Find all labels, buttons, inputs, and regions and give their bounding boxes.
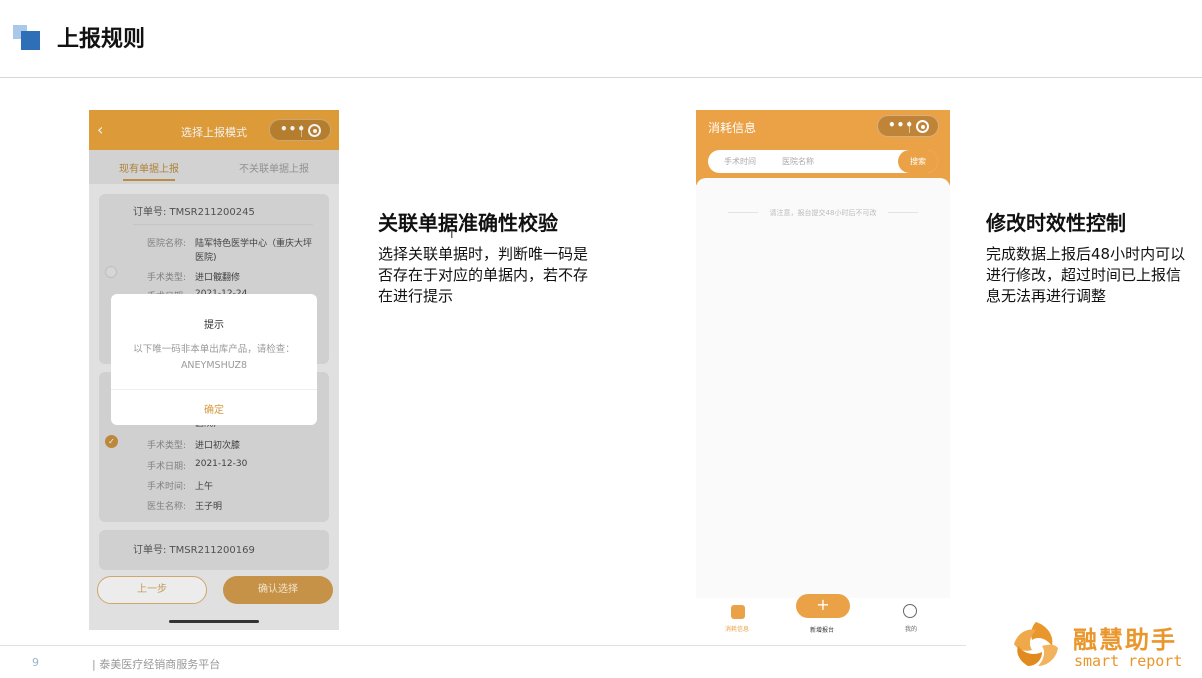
brand-name-en: smart report [1074, 652, 1183, 670]
tab-add-report[interactable]: 新增报台 [810, 625, 834, 634]
header-divider [0, 77, 1202, 78]
previous-step-button[interactable]: 上一步 [97, 576, 207, 604]
footer-platform-name: | 泰美医疗经销商服务平台 [92, 658, 221, 671]
page-title: 消耗信息 [708, 121, 757, 135]
title-square-icon [21, 31, 40, 50]
content-area [696, 178, 950, 598]
confirm-selection-button[interactable]: 确认选择 [223, 576, 333, 604]
section-heading-timeliness: 修改时效性控制 [986, 211, 1126, 235]
close-circle-icon[interactable] [916, 120, 929, 133]
page-number: 9 [32, 656, 39, 669]
section-heading-validation: 关联单据准确性校验 [378, 211, 558, 235]
profile-icon[interactable] [903, 604, 917, 618]
tab-mine[interactable]: 我的 [905, 624, 917, 633]
alert-dialog: 提示 以下唯一码非本单出库产品，请检查：ANEYMSHUZ8 确定 [111, 294, 317, 425]
consumption-info-icon[interactable] [731, 605, 745, 619]
phone-screenshot-report-mode: ‹ 选择上报模式 ••• 现有单据上报 不关联单据上报 订单号: TMSR211… [89, 110, 339, 630]
dialog-divider [111, 389, 317, 390]
brand-logo-icon [1014, 622, 1058, 666]
section-description-timeliness: 完成数据上报后48小时内可以进行修改，超过时间已上报信息无法再进行调整 [986, 245, 1186, 305]
header-bar: 消耗信息 ••• [696, 110, 950, 185]
section-description-validation: 选择关联单据时，判断唯一码是否存在于对应的单据内，若不存在进行提示 [378, 245, 589, 305]
capsule-separator [909, 121, 910, 133]
miniprogram-capsule[interactable]: ••• [877, 115, 939, 137]
search-bar[interactable]: 手术时间 医院名称 搜索 [708, 150, 938, 173]
footer-divider [0, 645, 966, 646]
slide: 上报规则 ‹ 选择上报模式 ••• 现有单据上报 不关联单据上报 订单号: TM… [0, 0, 1202, 678]
brand-name-cn: 融慧助手 [1073, 626, 1177, 654]
edit-deadline-notice: 请注意，报台提交48小时后不可改 [769, 209, 877, 217]
phone-screenshot-consumption: 消耗信息 ••• 手术时间 医院名称 搜索 请注意，报台提交48小时后不可改 消… [696, 110, 950, 635]
hospital-name-filter[interactable]: 医院名称 [782, 156, 814, 167]
dialog-ok-button[interactable]: 确定 [111, 401, 317, 416]
notice-line-right [888, 212, 918, 213]
search-button[interactable]: 搜索 [898, 150, 938, 173]
slide-title: 上报规则 [57, 27, 146, 52]
add-report-button[interactable]: + [796, 594, 850, 618]
surgery-time-filter[interactable]: 手术时间 [724, 156, 756, 167]
tab-consumption-info[interactable]: 消耗信息 [725, 624, 749, 633]
dialog-title: 提示 [204, 320, 224, 331]
more-dots-icon[interactable]: ••• [888, 118, 914, 132]
home-indicator [169, 620, 259, 623]
dialog-message: 以下唯一码非本单出库产品，请检查：ANEYMSHUZ8 [133, 344, 295, 371]
text-cursor-icon: I [450, 227, 454, 241]
